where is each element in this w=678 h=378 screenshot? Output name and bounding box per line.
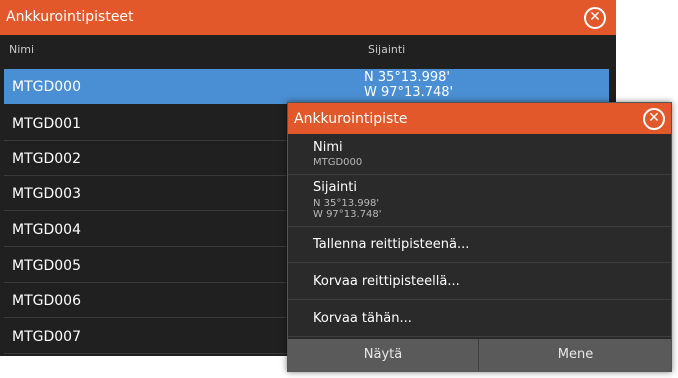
row-latitude: N 35°13.998' <box>364 70 450 85</box>
replace-with-waypoint-item[interactable]: Korvaa reittipisteellä... <box>288 264 671 300</box>
column-header-position[interactable]: Sijainti <box>368 43 405 56</box>
row-name: MTGD007 <box>12 329 81 345</box>
row-name: MTGD001 <box>12 116 81 132</box>
row-name: MTGD003 <box>12 186 81 202</box>
row-position: N 35°13.998' W 97°13.748' <box>364 70 453 100</box>
row-name: MTGD004 <box>12 222 81 238</box>
dialog-title-bar: Ankkurointipiste ✕ <box>288 103 671 134</box>
anchor-point-dialog: Ankkurointipiste ✕ Nimi MTGD000 Sijainti… <box>287 102 672 372</box>
dialog-title: Ankkurointipiste <box>294 111 408 127</box>
position-field[interactable]: Sijainti N 35°13.998' W 97°13.748' <box>288 175 671 227</box>
position-label: Sijainti <box>313 180 358 195</box>
close-icon[interactable]: ✕ <box>643 108 665 130</box>
panel-title: Ankkurointipisteet <box>6 9 134 25</box>
close-icon[interactable]: ✕ <box>584 7 606 29</box>
column-header-name[interactable]: Nimi <box>9 43 34 56</box>
row-name: MTGD002 <box>12 151 81 167</box>
dialog-button-bar: Näytä Mene <box>288 339 671 371</box>
position-longitude: W 97°13.748' <box>313 209 382 220</box>
position-latitude: N 35°13.998' <box>313 198 380 209</box>
go-button[interactable]: Mene <box>480 339 671 371</box>
row-longitude: W 97°13.748' <box>364 85 454 100</box>
action-label: Korvaa reittipisteellä... <box>313 274 460 289</box>
row-name: MTGD000 <box>12 79 81 95</box>
save-as-waypoint-item[interactable]: Tallenna reittipisteenä... <box>288 227 671 263</box>
name-field[interactable]: Nimi MTGD000 <box>288 134 671 175</box>
row-name: MTGD005 <box>12 258 81 274</box>
row-name: MTGD006 <box>12 293 81 309</box>
panel-title-bar: Ankkurointipisteet ✕ <box>0 0 616 35</box>
show-button[interactable]: Näytä <box>288 339 479 371</box>
name-label: Nimi <box>313 140 343 155</box>
action-label: Tallenna reittipisteenä... <box>313 237 470 252</box>
replace-here-item[interactable]: Korvaa tähän... <box>288 301 671 337</box>
action-label: Korvaa tähän... <box>313 311 412 326</box>
name-value: MTGD000 <box>313 157 363 168</box>
table-row[interactable]: MTGD000 N 35°13.998' W 97°13.748' <box>4 69 609 104</box>
